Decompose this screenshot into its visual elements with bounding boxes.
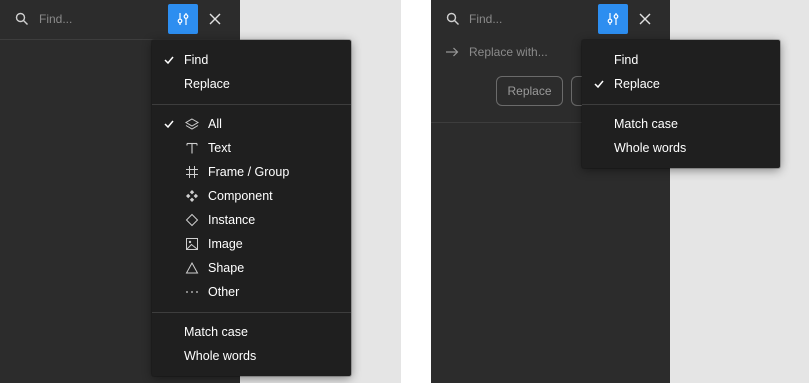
find-options-menu: Find Replace All Text Frame / Group Comp… (152, 40, 351, 376)
menu-item-text[interactable]: Text (152, 136, 351, 160)
instance-diamond-icon (185, 213, 199, 227)
menu-item-label: Shape (208, 261, 245, 275)
checkmark-icon (594, 80, 604, 89)
menu-item-shape[interactable]: Shape (152, 256, 351, 280)
menu-item-whole-words[interactable]: Whole words (152, 344, 351, 368)
menu-item-label: Replace (184, 77, 230, 91)
find-toolbar (431, 0, 670, 39)
menu-item-match-case[interactable]: Match case (152, 320, 351, 344)
triangle-icon (185, 261, 199, 274)
search-icon (15, 12, 28, 25)
text-icon (186, 142, 198, 154)
menu-item-find[interactable]: Find (152, 48, 351, 72)
menu-item-label: Frame / Group (208, 165, 290, 179)
find-toolbar (0, 0, 240, 40)
menu-item-label: All (208, 117, 222, 131)
menu-divider (582, 104, 780, 105)
menu-item-label: Find (614, 53, 639, 67)
component-icon (186, 190, 198, 202)
close-icon[interactable] (638, 12, 652, 26)
menu-item-image[interactable]: Image (152, 232, 351, 256)
menu-item-label: Whole words (184, 349, 257, 363)
menu-item-find[interactable]: Find (582, 48, 780, 72)
find-input[interactable] (39, 9, 149, 29)
layers-icon (185, 118, 199, 130)
menu-item-label: Instance (208, 213, 256, 227)
search-icon (446, 12, 459, 25)
menu-item-label: Component (208, 189, 273, 203)
close-icon[interactable] (208, 12, 222, 26)
arrow-right-icon (446, 47, 459, 57)
filter-options-button[interactable] (598, 4, 628, 34)
replace-input[interactable] (469, 43, 599, 61)
image-icon (186, 238, 198, 250)
filter-options-button[interactable] (168, 4, 198, 34)
menu-item-label: Match case (614, 117, 678, 131)
sliders-icon (607, 13, 619, 25)
checkmark-icon (164, 120, 174, 129)
menu-divider (152, 104, 351, 105)
frame-hash-icon (186, 166, 198, 178)
sliders-icon (177, 13, 189, 25)
menu-item-label: Whole words (614, 141, 687, 155)
menu-item-all[interactable]: All (152, 112, 351, 136)
checkmark-icon (164, 56, 174, 65)
menu-item-label: Find (184, 53, 209, 67)
menu-item-match-case[interactable]: Match case (582, 112, 780, 136)
ellipsis-icon (186, 291, 198, 293)
menu-item-label: Image (208, 237, 243, 251)
find-options-menu: Find Replace Match case Whole words (582, 40, 780, 168)
menu-item-frame-group[interactable]: Frame / Group (152, 160, 351, 184)
menu-item-label: Text (208, 141, 231, 155)
menu-item-whole-words[interactable]: Whole words (582, 136, 780, 160)
menu-divider (152, 312, 351, 313)
replace-button[interactable]: Replace (496, 76, 563, 106)
find-input[interactable] (469, 9, 579, 29)
menu-item-label: Other (208, 285, 240, 299)
menu-item-component[interactable]: Component (152, 184, 351, 208)
menu-item-label: Match case (184, 325, 248, 339)
menu-item-replace[interactable]: Replace (582, 72, 780, 96)
menu-item-other[interactable]: Other (152, 280, 351, 304)
menu-item-label: Replace (614, 77, 660, 91)
menu-item-replace[interactable]: Replace (152, 72, 351, 96)
menu-item-instance[interactable]: Instance (152, 208, 351, 232)
